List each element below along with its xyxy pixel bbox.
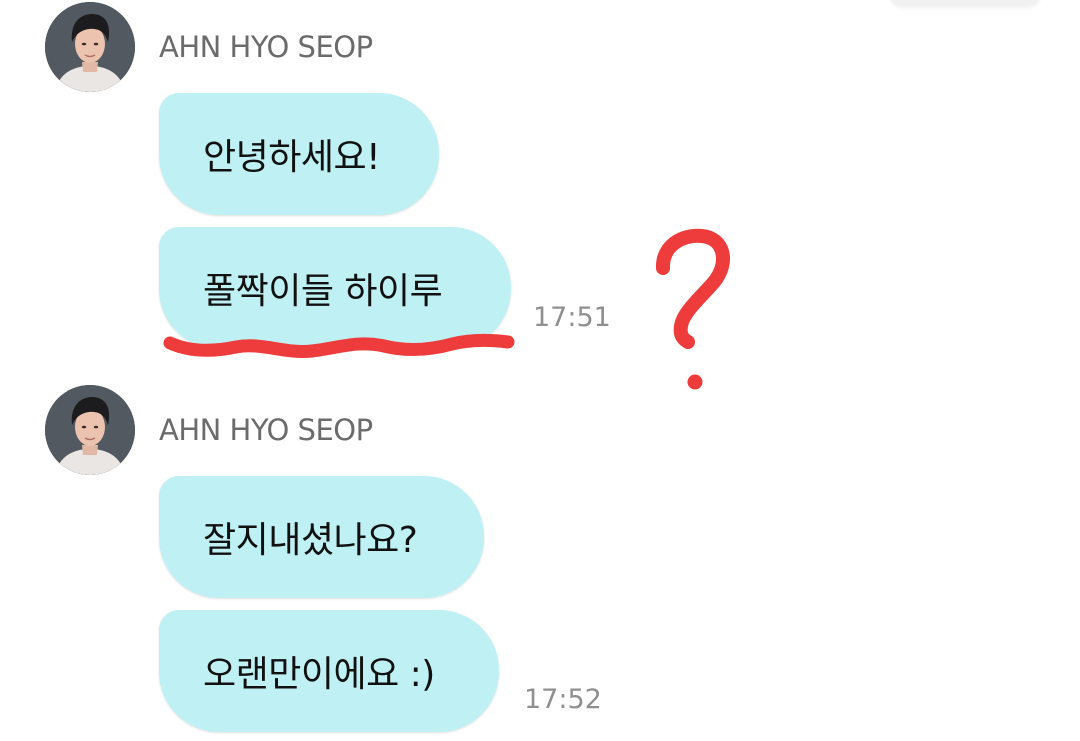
- message-text: 오랜만이에요 :): [203, 654, 435, 695]
- message-bubble[interactable]: 잘지내셨나요?: [159, 476, 484, 598]
- message-text: 폴짝이들 하이루: [203, 271, 443, 312]
- sender-avatar[interactable]: [45, 385, 135, 475]
- sender-avatar[interactable]: [45, 2, 135, 92]
- message-text: 잘지내셨나요?: [203, 520, 418, 561]
- message-bubble[interactable]: 안녕하세요!: [159, 93, 439, 215]
- red-question-dot-icon: [687, 374, 703, 390]
- message-bubble[interactable]: 오랜만이에요 :): [159, 610, 499, 732]
- sender-name: AHN HYO SEOP: [159, 413, 373, 447]
- person-avatar-icon: [45, 385, 135, 475]
- chat-screen: AHN HYO SEOP 안녕하세요! 폴짝이들 하이루 17:51 AHN H…: [0, 0, 1080, 741]
- person-avatar-icon: [45, 2, 135, 92]
- message-time: 17:51: [533, 302, 611, 333]
- message-text: 안녕하세요!: [203, 137, 381, 178]
- message-time: 17:52: [524, 684, 602, 715]
- top-overlay-edge: [890, 0, 1040, 6]
- sender-name: AHN HYO SEOP: [159, 30, 373, 64]
- red-question-mark-icon: [656, 228, 730, 349]
- message-bubble[interactable]: 폴짝이들 하이루: [159, 227, 511, 349]
